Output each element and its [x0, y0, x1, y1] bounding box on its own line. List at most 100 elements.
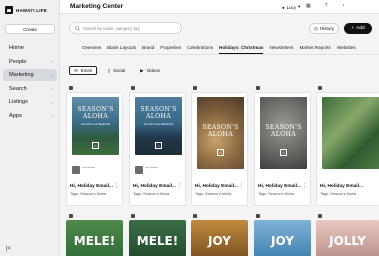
card-tags: Tags: Season's Aloha: [320, 192, 357, 196]
thumbnail-title: MELE!: [73, 234, 116, 248]
tab-celebrations[interactable]: Celebrations: [187, 43, 213, 54]
select-checkbox[interactable]: [131, 214, 135, 218]
template-card[interactable]: Hi, Holiday Email... Tags: Season's Aloh…: [316, 92, 379, 206]
house-logo-icon: [5, 6, 13, 14]
thumbnail-title: JOY: [208, 234, 231, 248]
sidebar-item-marketing[interactable]: Marketing ›: [3, 69, 57, 81]
sidebar-nav: Home People › Marketing › Search › Listings…: [3, 42, 57, 123]
thumbnail-subtitle: from all of us at Hawai'i Life: [143, 123, 174, 126]
template-thumbnail: [322, 97, 379, 169]
avatar: [135, 166, 143, 174]
tab-holidays-christmas[interactable]: Holidays: Christmas: [219, 43, 264, 54]
agent-name: Lucy Harmon: [82, 167, 96, 169]
card-tags: Tags: Season's Aloha: [258, 192, 295, 196]
top-bar: Marketing Center ● Lucy ▾ ▦ ? ◔: [60, 0, 379, 14]
bell-icon[interactable]: ◔: [342, 3, 345, 9]
more-options-icon[interactable]: ⋮: [302, 183, 307, 189]
template-thumbnail: SEASON'S ALOHA ⌂: [197, 97, 244, 169]
chevron-right-icon: ›: [51, 72, 53, 78]
user-menu[interactable]: ● Lucy ▾: [282, 4, 300, 10]
tab-newsletters[interactable]: Newsletters: [269, 43, 293, 54]
template-thumbnail[interactable]: JOLLY: [316, 220, 379, 256]
channel-social[interactable]: ▯ Social: [104, 66, 129, 75]
template-thumbnail[interactable]: JOY: [254, 220, 311, 256]
user-name: Lucy: [286, 4, 296, 10]
select-checkbox[interactable]: [131, 86, 135, 90]
card-title: Hi, Holiday Email...: [320, 184, 363, 189]
agent-signature: Lucy Harmon: [72, 157, 119, 183]
help-icon[interactable]: ?: [325, 3, 328, 9]
card-title: Hi, Holiday Email...: [133, 184, 176, 189]
sidebar: HAWAI'I LIFE Create Home People › Marketi…: [0, 0, 60, 256]
select-checkbox[interactable]: [318, 214, 322, 218]
template-thumbnail[interactable]: MELE!: [129, 220, 186, 256]
brand-mark-icon: ⌂: [155, 142, 162, 149]
brand-mark-icon: ⌂: [92, 142, 99, 149]
user-icon: ●: [282, 4, 285, 10]
template-card[interactable]: SEASON'S ALOHA from all of us at Hawai'i…: [66, 92, 123, 206]
thumbnail-title: MELE!: [136, 234, 179, 248]
thumbnail-title: JOLLY: [329, 234, 366, 248]
search-input[interactable]: Search by name, category, tag: [69, 22, 182, 34]
logo-text: HAWAI'I LIFE: [16, 7, 48, 13]
avatar: [72, 166, 80, 174]
tab-overview[interactable]: Overview: [82, 43, 101, 54]
card-tags: Tags: Season's Aloha: [195, 192, 232, 196]
history-button[interactable]: ◷ History: [309, 23, 339, 34]
card-title: Hi, Holiday Email...: [195, 184, 238, 189]
tab-websites[interactable]: Websites: [337, 43, 356, 54]
card-title: Hi, Holiday Email...: [258, 184, 301, 189]
sidebar-item-home[interactable]: Home: [3, 42, 57, 54]
select-checkbox[interactable]: [193, 86, 197, 90]
brand-logo[interactable]: HAWAI'I LIFE: [5, 6, 47, 14]
template-card[interactable]: SEASON'S ALOHA ⌂ Hi, Holiday Email... Ta…: [191, 92, 248, 206]
tab-market-reports[interactable]: Market Reports: [299, 43, 330, 54]
chevron-right-icon: ›: [51, 86, 53, 91]
category-tabs: Overview Blank Layouts Brand Properties …: [82, 43, 379, 55]
more-options-icon[interactable]: ⋮: [239, 183, 244, 189]
sidebar-item-search[interactable]: Search ›: [3, 83, 57, 95]
select-checkbox[interactable]: [256, 214, 260, 218]
more-options-icon[interactable]: ⋮: [114, 183, 119, 189]
channel-email[interactable]: ✉ Email: [69, 66, 97, 75]
card-title: Hi, Holiday Email...: [70, 184, 113, 189]
select-checkbox[interactable]: [69, 214, 73, 218]
select-checkbox[interactable]: [256, 86, 260, 90]
agent-signature: Lucy Harmon: [135, 157, 182, 183]
add-button[interactable]: + Add: [344, 23, 372, 34]
sidebar-item-listings[interactable]: Listings ›: [3, 96, 57, 108]
template-card[interactable]: SEASON'S ALOHA ⌂ Hi, Holiday Email... Ta…: [254, 92, 311, 206]
agent-name: Lucy Harmon: [145, 167, 159, 169]
thumbnail-title: SEASON'S ALOHA: [265, 124, 302, 138]
more-options-icon[interactable]: ⋮: [177, 183, 182, 189]
collapse-sidebar-icon[interactable]: |<: [6, 246, 11, 252]
sidebar-item-apps[interactable]: Apps ›: [3, 110, 57, 122]
tab-properties[interactable]: Properties: [160, 43, 181, 54]
sidebar-item-people[interactable]: People ›: [3, 56, 57, 68]
template-card[interactable]: SEASON'S ALOHA from all of us at Hawai'i…: [129, 92, 186, 206]
create-button[interactable]: Create: [5, 24, 55, 34]
thumbnail-title: SEASON'S ALOHA: [140, 106, 177, 120]
chevron-down-icon: ▾: [297, 4, 301, 9]
tab-blank-layouts[interactable]: Blank Layouts: [107, 43, 136, 54]
template-thumbnail: SEASON'S ALOHA ⌂: [260, 97, 307, 169]
template-thumbnail[interactable]: MELE!: [66, 220, 123, 256]
chevron-right-icon: ›: [51, 59, 53, 64]
tab-brand[interactable]: Brand: [142, 43, 154, 54]
channel-videos[interactable]: ▶ Videos: [136, 66, 164, 75]
channel-filters: ✉ Email ▯ Social ▶ Videos: [69, 66, 164, 75]
select-checkbox[interactable]: [318, 86, 322, 90]
plus-icon: +: [351, 26, 355, 31]
thumbnail-title: SEASON'S ALOHA: [77, 106, 114, 120]
thumbnail-title: SEASON'S ALOHA: [202, 124, 239, 138]
grid-icon[interactable]: ▦: [306, 3, 311, 9]
template-thumbnail[interactable]: JOY: [191, 220, 248, 256]
brand-mark-icon: ⌂: [217, 149, 224, 156]
search-placeholder: Search by name, category, tag: [83, 25, 140, 31]
thumbnail-subtitle: from all of us at Hawai'i Life: [80, 123, 111, 126]
select-checkbox[interactable]: [69, 86, 73, 90]
history-icon: ◷: [313, 25, 318, 31]
template-thumbnail: SEASON'S ALOHA from all of us at Hawai'i…: [135, 97, 182, 155]
select-checkbox[interactable]: [193, 214, 197, 218]
chevron-right-icon: ›: [51, 113, 53, 118]
